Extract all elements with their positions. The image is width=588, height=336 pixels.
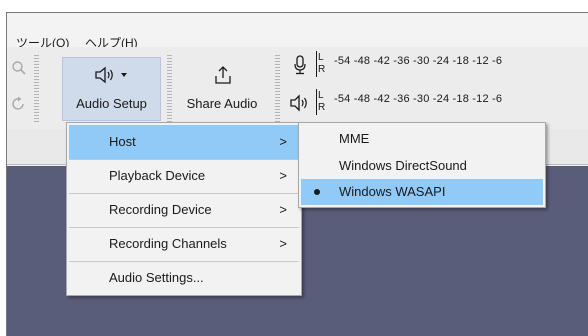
menu-item-audio-settings[interactable]: Audio Settings... (69, 261, 299, 295)
share-audio-button[interactable]: Share Audio (177, 57, 267, 121)
menu-item-label: Recording Device (109, 202, 212, 217)
menu-item-label: Recording Channels (109, 236, 227, 251)
menu-item-recording-device[interactable]: Recording Device > (69, 193, 299, 227)
zoom-icon[interactable] (9, 57, 29, 79)
submenu-arrow-icon: > (279, 168, 287, 183)
menu-item-label: Host (109, 134, 136, 149)
toolbar-grip[interactable] (34, 53, 39, 123)
menu-item-mme[interactable]: MME (301, 125, 543, 152)
submenu-arrow-icon: > (279, 202, 287, 217)
menu-item-label: Windows WASAPI (339, 184, 446, 199)
menu-item-host[interactable]: Host > (69, 125, 299, 159)
redo-icon[interactable] (9, 93, 29, 115)
recording-meter[interactable]: L R -54 -48 -42 -36 -30 -24 -18 -12 -6 (316, 51, 588, 79)
audio-setup-button[interactable]: Audio Setup (62, 57, 161, 121)
menu-item-recording-channels[interactable]: Recording Channels > (69, 227, 299, 261)
toolbar-grip[interactable] (167, 53, 172, 123)
menu-item-windows-wasapi[interactable]: Windows WASAPI (301, 179, 543, 205)
menu-item-windows-directsound[interactable]: Windows DirectSound (301, 152, 543, 179)
speaker-dropdown-icon (93, 64, 131, 86)
submenu-arrow-icon: > (279, 236, 287, 251)
toolbar: Audio Setup Share Audio L R -54 -48 -42 … (7, 47, 588, 129)
meter-right-channel: R (318, 64, 326, 75)
meter-left-channel: L (318, 90, 324, 101)
meter-left-channel: L (318, 52, 324, 63)
audio-setup-label: Audio Setup (76, 96, 147, 111)
menu-item-playback-device[interactable]: Playback Device > (69, 159, 299, 193)
microphone-icon[interactable] (290, 53, 310, 77)
share-icon (211, 63, 235, 87)
selected-bullet-icon (314, 189, 320, 195)
submenu-arrow-icon: > (279, 134, 287, 149)
speaker-icon[interactable] (288, 91, 312, 115)
menu-bar: ツール(O) ヘルプ(H) (7, 13, 588, 50)
host-submenu: MME Windows DirectSound Windows WASAPI (298, 122, 546, 208)
menu-item-label: Playback Device (109, 168, 206, 183)
menu-item-label: MME (339, 131, 370, 146)
playback-meter[interactable]: L R -54 -48 -42 -36 -30 -24 -18 -12 -6 (316, 89, 588, 117)
meter-scale: -54 -48 -42 -36 -30 -24 -18 -12 -6 (334, 93, 503, 105)
toolbar-grip[interactable] (275, 53, 280, 123)
audio-setup-menu: Host > Playback Device > Recording Devic… (66, 122, 302, 296)
meter-scale: -54 -48 -42 -36 -30 -24 -18 -12 -6 (334, 55, 503, 67)
share-audio-label: Share Audio (186, 96, 258, 111)
menu-item-label: Windows DirectSound (339, 158, 467, 173)
menu-item-label: Audio Settings... (109, 270, 204, 285)
meter-right-channel: R (318, 102, 326, 113)
